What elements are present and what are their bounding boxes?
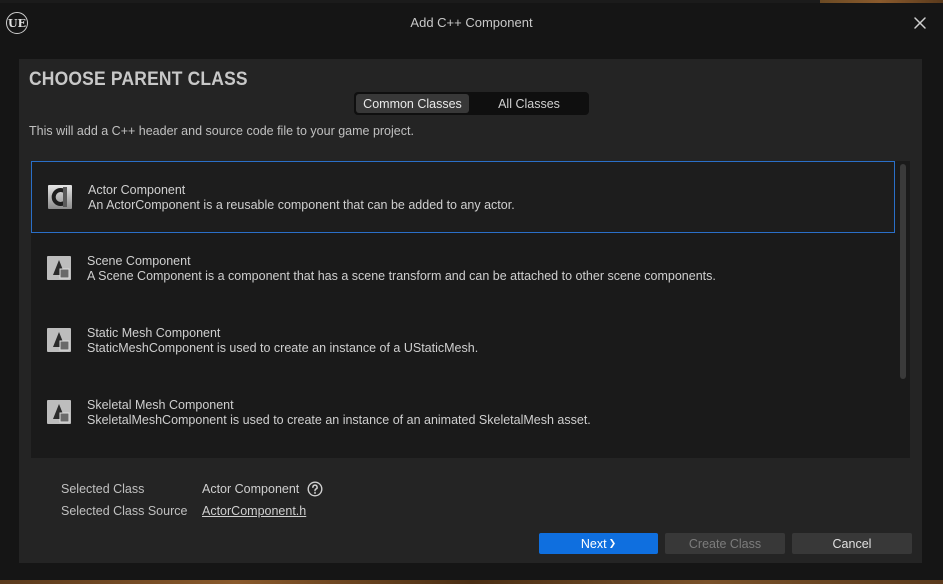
class-description: An ActorComponent is a reusable componen… — [88, 198, 515, 212]
list-scrollbar[interactable] — [900, 164, 906, 379]
help-icon[interactable] — [307, 481, 323, 497]
static-mesh-component-icon — [47, 328, 71, 352]
list-item-static-mesh-component[interactable]: Static Mesh Component StaticMeshComponen… — [31, 305, 895, 377]
close-icon — [914, 17, 926, 29]
create-class-button[interactable]: Create Class — [665, 533, 785, 554]
dialog-description: This will add a C++ header and source co… — [29, 124, 414, 138]
next-button-label: Next — [580, 536, 607, 551]
page-title: CHOOSE PARENT CLASS — [29, 69, 248, 90]
class-description: StaticMeshComponent is used to create an… — [87, 341, 479, 355]
list-item-scene-component[interactable]: Scene Component A Scene Component is a c… — [31, 233, 895, 305]
title-bar: UE Add C++ Component — [0, 3, 943, 43]
cancel-button[interactable]: Cancel — [792, 533, 912, 554]
class-list: Actor Component An ActorComponent is a r… — [31, 161, 910, 458]
selected-class-source-link[interactable]: ActorComponent.h — [202, 504, 306, 518]
cpp-class-icon — [48, 185, 72, 209]
window-title: Add C++ Component — [410, 15, 533, 30]
add-cpp-component-dialog: UE Add C++ Component CHOOSE PARENT CLASS… — [0, 3, 943, 580]
tab-common-classes[interactable]: Common Classes — [356, 94, 469, 113]
background-strip-bottom — [0, 580, 943, 584]
close-button[interactable] — [908, 11, 932, 35]
tab-all-classes[interactable]: All Classes — [471, 94, 587, 113]
next-button[interactable]: Next ❯ — [539, 533, 658, 554]
list-item-skeletal-mesh-component[interactable]: Skeletal Mesh Component SkeletalMeshComp… — [31, 377, 895, 449]
selected-class-value: Actor Component — [202, 482, 300, 496]
class-name: Static Mesh Component — [87, 326, 221, 340]
skeletal-mesh-component-icon — [47, 400, 71, 424]
scene-component-icon — [47, 256, 71, 280]
class-description: SkeletalMeshComponent is used to create … — [87, 413, 591, 427]
class-name: Actor Component — [88, 183, 186, 197]
class-description: A Scene Component is a component that ha… — [87, 269, 716, 283]
class-name: Skeletal Mesh Component — [87, 398, 234, 412]
class-filter-tabs: Common Classes All Classes — [354, 92, 589, 115]
class-name: Scene Component — [87, 254, 191, 268]
list-item-actor-component[interactable]: Actor Component An ActorComponent is a r… — [31, 161, 895, 233]
selected-class-source-label: Selected Class Source — [61, 504, 188, 518]
choose-parent-class-panel: CHOOSE PARENT CLASS Common Classes All C… — [19, 59, 922, 563]
chevron-right-icon: ❯ — [608, 538, 617, 549]
selected-class-label: Selected Class — [61, 482, 145, 496]
